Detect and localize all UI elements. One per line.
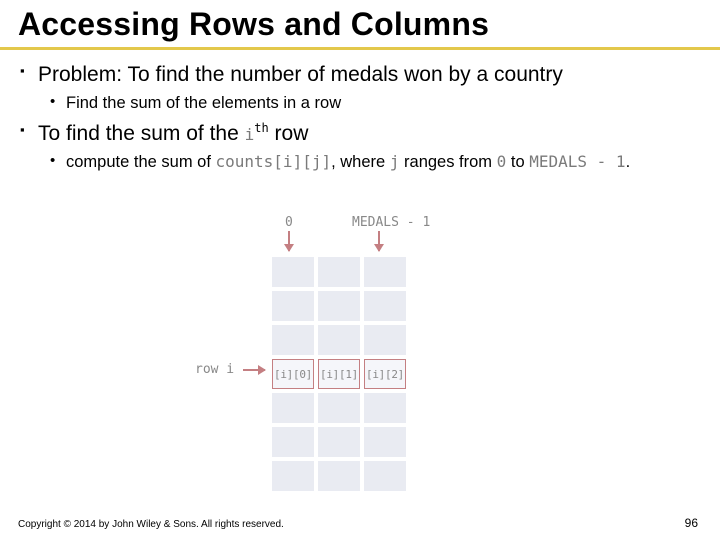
b2a-end: . <box>626 153 631 171</box>
col-label-0: 0 <box>285 215 293 230</box>
grid-cell-i1: [i][1] <box>318 359 360 389</box>
grid-cell <box>318 257 360 287</box>
grid-cell <box>364 427 406 457</box>
grid-row <box>270 323 408 357</box>
grid-cell <box>364 461 406 491</box>
b2-sup-th: th <box>254 121 268 135</box>
grid-cell <box>272 257 314 287</box>
copyright-footer: Copyright © 2014 by John Wiley & Sons. A… <box>18 519 284 530</box>
grid-cell <box>272 393 314 423</box>
bullet-ith-row: To find the sum of the ith row compute t… <box>38 121 700 174</box>
grid-cell <box>272 325 314 355</box>
sub-bullet-compute: compute the sum of counts[i][j], where j… <box>66 151 700 173</box>
b2a-mid3: to <box>506 153 529 171</box>
slide: Accessing Rows and Columns Problem: To f… <box>0 0 720 540</box>
bullet-list: Problem: To find the number of medals wo… <box>38 62 700 173</box>
sub-bullet-sum-row: Find the sum of the elements in a row <box>66 92 700 114</box>
arrow-right-icon <box>243 369 265 371</box>
grid-cell <box>318 461 360 491</box>
b2a-code-counts: counts[i][j] <box>216 152 332 171</box>
grid: [i][0] [i][1] [i][2] <box>270 255 408 493</box>
grid-row-highlight: [i][0] [i][1] [i][2] <box>270 357 408 391</box>
grid-cell <box>318 325 360 355</box>
grid-cell <box>272 461 314 491</box>
grid-cell <box>318 291 360 321</box>
grid-cell <box>272 291 314 321</box>
col-label-medals-1: MEDALS - 1 <box>352 215 430 230</box>
title-underline <box>0 47 720 50</box>
grid-cell <box>318 427 360 457</box>
arrow-down-icon <box>378 231 380 251</box>
b2a-pre: compute the sum of <box>66 153 216 171</box>
b2-post: row <box>269 122 309 145</box>
grid-cell <box>364 291 406 321</box>
bullet-problem-text: Problem: To find the number of medals wo… <box>38 63 563 86</box>
sub-list-2: compute the sum of counts[i][j], where j… <box>66 151 700 173</box>
row-label-i: row i <box>195 362 234 377</box>
grid-row <box>270 425 408 459</box>
b2a-code-0: 0 <box>497 152 507 171</box>
b2-code-i: i <box>245 125 255 144</box>
grid-cell-i0: [i][0] <box>272 359 314 389</box>
b2-pre: To find the sum of the <box>38 122 245 145</box>
b2a-mid: , where <box>331 153 390 171</box>
grid-cell <box>318 393 360 423</box>
grid-row <box>270 289 408 323</box>
b2a-code-medals: MEDALS - 1 <box>529 152 625 171</box>
bullet-problem: Problem: To find the number of medals wo… <box>38 62 700 115</box>
grid-cell <box>364 393 406 423</box>
grid-cell <box>364 257 406 287</box>
b2a-mid2: ranges from <box>399 153 496 171</box>
grid-row <box>270 391 408 425</box>
grid-row <box>270 459 408 493</box>
grid-cell <box>364 325 406 355</box>
page-number: 96 <box>685 516 698 530</box>
slide-title: Accessing Rows and Columns <box>0 0 720 47</box>
grid-cell-i2: [i][2] <box>364 359 406 389</box>
sub-list-1: Find the sum of the elements in a row <box>66 92 700 114</box>
grid-row <box>270 255 408 289</box>
arrow-down-icon <box>288 231 290 251</box>
grid-cell <box>272 427 314 457</box>
b2a-code-j: j <box>390 152 400 171</box>
